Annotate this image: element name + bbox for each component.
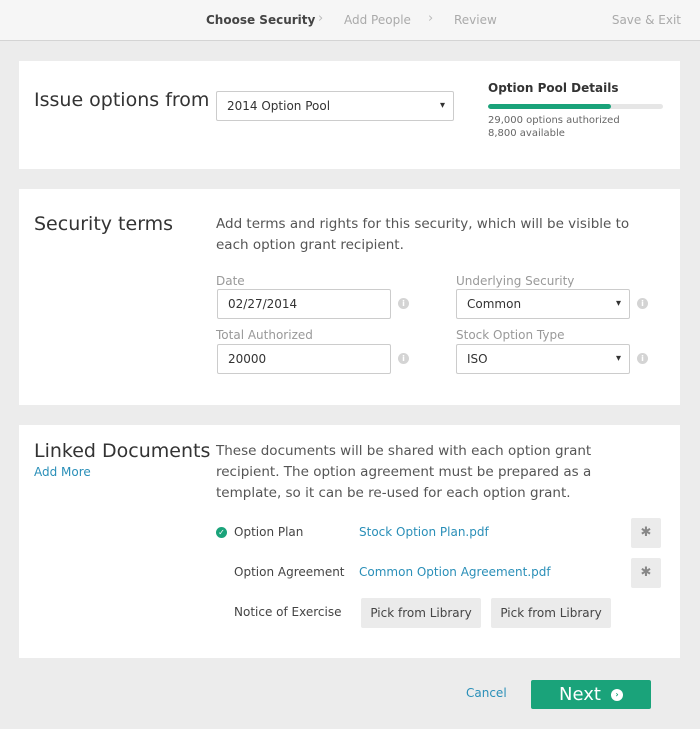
gear-icon[interactable]: ✱ [631,518,661,548]
caret-down-icon: ▾ [615,298,621,309]
chevron-right-icon: › [318,11,324,26]
underlying-security-value: Common [467,297,522,311]
doc-label-option-agreement: Option Agreement [234,565,345,579]
date-info-icon[interactable]: i [398,298,409,309]
security-terms-card: Security terms Add terms and rights for … [19,189,680,405]
linked-documents-description: These documents will be shared with each… [216,443,592,501]
step-choose-security[interactable]: Choose Security [206,13,315,27]
security-terms-title: Security terms [34,213,174,235]
caret-down-icon: ▾ [439,100,445,111]
arrow-right-circle-icon: › [611,689,623,701]
gear-icon[interactable]: ✱ [631,558,661,588]
stock-option-type-label: Stock Option Type [456,328,565,342]
issue-options-title: Issue options from [34,89,210,111]
security-terms-description: Add terms and rights for this security, … [216,216,630,253]
step-add-people[interactable]: Add People [344,13,411,27]
pick-from-library-button[interactable]: Pick from Library [361,598,481,628]
stock-option-type-value: ISO [467,352,488,366]
chevron-right-icon: › [428,11,434,26]
pool-usage-bar [488,104,663,109]
save-exit-link[interactable]: Save & Exit [612,13,681,27]
total-authorized-info-icon[interactable]: i [398,353,409,364]
stock-option-type-select[interactable]: ISO ▾ [456,344,630,374]
total-authorized-label: Total Authorized [216,328,313,342]
underlying-security-label: Underlying Security [456,274,575,288]
next-button[interactable]: Next › [531,680,651,709]
pool-details-title: Option Pool Details [488,81,619,95]
issue-options-card: Issue options from 2014 Option Pool ▾ Op… [19,61,680,169]
cancel-link[interactable]: Cancel [466,686,507,700]
stock-option-type-info-icon[interactable]: i [637,353,648,364]
pick-from-library-button-2[interactable]: Pick from Library [491,598,611,628]
add-more-link[interactable]: Add More [34,465,91,479]
next-button-label: Next [559,684,601,705]
doc-label-option-plan: Option Plan [234,525,304,539]
doc-link-option-agreement[interactable]: Common Option Agreement.pdf [359,565,551,579]
underlying-security-info-icon[interactable]: i [637,298,648,309]
option-pool-select-value: 2014 Option Pool [227,99,331,113]
date-input[interactable]: 02/27/2014 [217,289,391,319]
doc-label-notice-of-exercise: Notice of Exercise [234,605,342,619]
pool-available-text: 8,800 available [488,128,565,139]
linked-documents-title: Linked Documents [34,440,211,462]
pool-authorized-text: 29,000 options authorized [488,115,620,126]
check-circle-icon: ✓ [216,527,227,538]
pool-usage-bar-fill [488,104,611,109]
wizard-nav: Choose Security › Add People › Review Sa… [0,0,700,41]
caret-down-icon: ▾ [615,353,621,364]
underlying-security-select[interactable]: Common ▾ [456,289,630,319]
doc-link-option-plan[interactable]: Stock Option Plan.pdf [359,525,489,539]
step-review[interactable]: Review [454,13,497,27]
linked-documents-card: Linked Documents Add More These document… [19,425,680,658]
date-label: Date [216,274,245,288]
total-authorized-input[interactable]: 20000 [217,344,391,374]
option-pool-select[interactable]: 2014 Option Pool ▾ [216,91,454,121]
